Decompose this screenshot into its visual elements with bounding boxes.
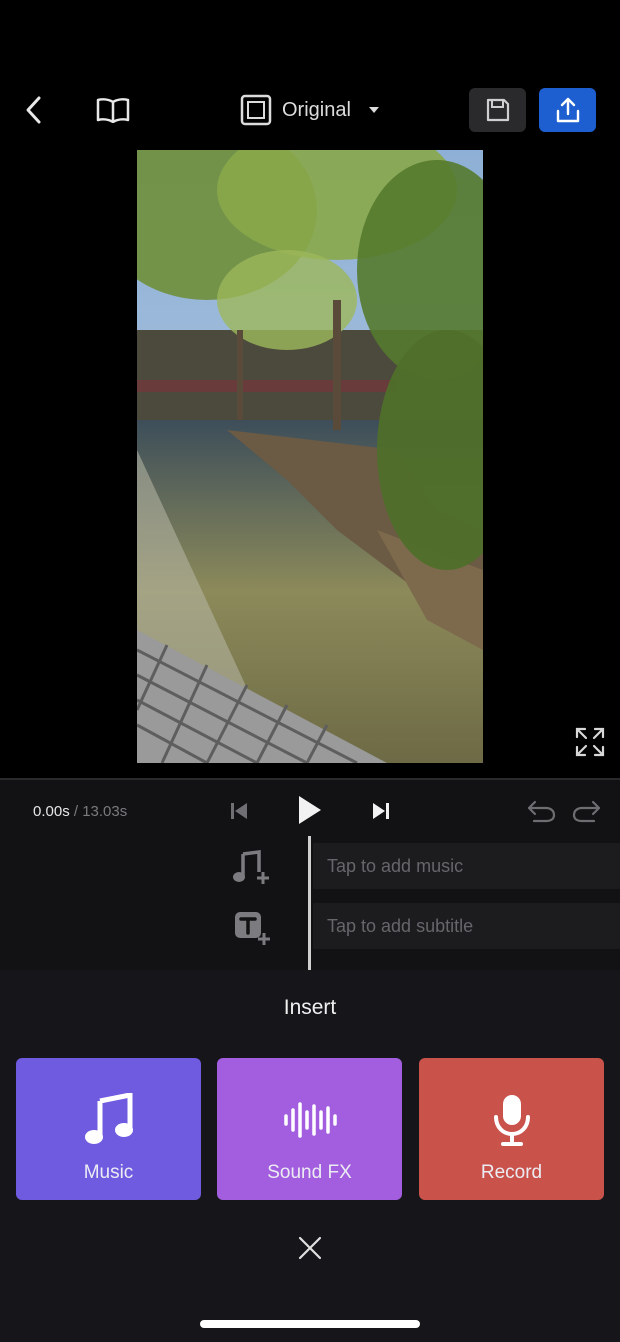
subtitle-track[interactable]: Tap to add subtitle	[313, 903, 620, 949]
close-insert-panel-button[interactable]	[292, 1230, 328, 1266]
undo-button[interactable]	[524, 795, 558, 827]
caret-down-icon	[368, 107, 379, 113]
aspect-ratio-selector[interactable]: Original	[240, 88, 381, 132]
waveform-icon	[283, 1102, 337, 1138]
current-time: 0.00s	[33, 803, 70, 820]
microphone-icon	[493, 1095, 530, 1146]
time-readout: 0.00s / 13.03s	[33, 803, 127, 820]
save-draft-button[interactable]	[469, 88, 526, 132]
playhead[interactable]	[308, 836, 311, 971]
text-add-icon	[235, 912, 270, 945]
play-button[interactable]	[292, 790, 328, 830]
undo-icon	[527, 800, 556, 823]
export-button[interactable]	[539, 88, 596, 132]
insert-sound-fx-button[interactable]: Sound FX	[217, 1058, 402, 1200]
add-music-button[interactable]	[228, 848, 274, 888]
close-icon	[298, 1236, 322, 1260]
back-button[interactable]	[14, 88, 54, 132]
insert-record-label: Record	[480, 1162, 543, 1183]
home-indicator	[200, 1320, 420, 1328]
music-track-placeholder: Tap to add music	[327, 855, 464, 876]
video-preview[interactable]	[137, 150, 483, 763]
video-frame-image	[137, 150, 483, 763]
subtitle-track-placeholder: Tap to add subtitle	[327, 915, 474, 936]
aspect-ratio-label: Original	[282, 98, 351, 121]
skip-back-icon	[231, 803, 247, 819]
insert-music-button[interactable]: Music	[16, 1058, 201, 1200]
play-icon	[299, 796, 321, 824]
top-bar: Original	[0, 0, 620, 150]
music-note-icon	[84, 1093, 133, 1144]
redo-icon	[572, 800, 601, 823]
tutorial-button[interactable]	[92, 88, 134, 132]
expand-icon	[575, 727, 605, 757]
skip-to-end-button[interactable]	[366, 796, 396, 826]
aspect-ratio-icon	[240, 94, 272, 126]
music-track[interactable]: Tap to add music	[313, 843, 620, 889]
insert-record-button[interactable]: Record	[419, 1058, 604, 1200]
share-upload-icon	[556, 97, 579, 123]
save-icon	[486, 98, 509, 122]
fullscreen-button[interactable]	[570, 722, 610, 762]
total-duration: / 13.03s	[73, 803, 128, 820]
add-subtitle-button[interactable]	[228, 908, 274, 948]
redo-button[interactable]	[570, 795, 604, 827]
insert-panel-title: Insert	[283, 996, 337, 1019]
book-icon	[96, 98, 130, 123]
skip-forward-icon	[373, 803, 389, 819]
insert-music-label: Music	[83, 1162, 134, 1183]
music-add-icon	[233, 850, 269, 884]
skip-to-start-button[interactable]	[224, 796, 254, 826]
chevron-left-icon	[26, 96, 41, 124]
insert-sound-fx-label: Sound FX	[267, 1162, 352, 1183]
